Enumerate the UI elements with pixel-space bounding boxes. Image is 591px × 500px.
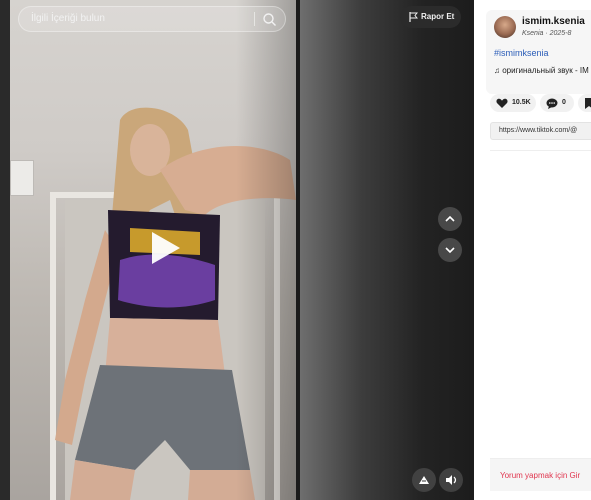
next-video-button[interactable] (438, 238, 462, 262)
report-button[interactable]: Rapor Et (400, 6, 461, 28)
hashtag-link[interactable]: #ismimksenia (494, 48, 549, 58)
author-subline: Ksenia · 2025-8 (522, 30, 572, 37)
share-url-box[interactable]: https://www.tiktok.com/@ (490, 122, 591, 140)
search-divider (254, 12, 255, 26)
chevron-down-icon (445, 247, 455, 254)
comment-count: 0 (562, 99, 566, 106)
comment-login-link[interactable]: Yorum yapmak için Gir (500, 471, 580, 480)
volume-button[interactable] (439, 468, 463, 492)
author-username[interactable]: ismim.ksenia (522, 16, 585, 27)
heart-icon (496, 98, 508, 108)
search-icon[interactable] (262, 12, 277, 27)
divider (490, 150, 591, 151)
search-input[interactable]: İlgili İçeriği bulun (31, 13, 105, 24)
volume-icon (446, 475, 457, 485)
like-button[interactable]: 10.5K (490, 94, 536, 112)
comment-icon (546, 98, 558, 109)
save-button[interactable] (578, 94, 591, 112)
bookmark-icon (585, 98, 591, 109)
comment-button[interactable]: 0 (540, 94, 574, 112)
previous-video-button[interactable] (438, 207, 462, 231)
report-label: Rapor Et (421, 12, 455, 21)
picture-in-picture-button[interactable] (412, 468, 436, 492)
music-link[interactable]: ♫ оригинальный звук - IM (494, 66, 589, 75)
details-panel: ismim.ksenia Ksenia · 2025-8 #ismimkseni… (474, 0, 591, 500)
share-url[interactable]: https://www.tiktok.com/@ (499, 127, 577, 134)
left-edge (0, 0, 10, 500)
shadow (236, 0, 296, 500)
chevron-up-icon (445, 215, 455, 222)
comment-login-bar[interactable]: Yorum yapmak için Gir (490, 458, 591, 491)
avatar[interactable] (494, 16, 516, 38)
video-stage: İlgili İçeriği bulun Rapor Et (0, 0, 474, 500)
play-icon[interactable] (148, 230, 182, 266)
flag-icon (409, 12, 418, 22)
search-bar[interactable]: İlgili İçeriği bulun (18, 6, 286, 32)
video-player[interactable] (10, 0, 296, 500)
picture-in-picture-icon (419, 476, 429, 484)
like-count: 10.5K (512, 99, 531, 106)
